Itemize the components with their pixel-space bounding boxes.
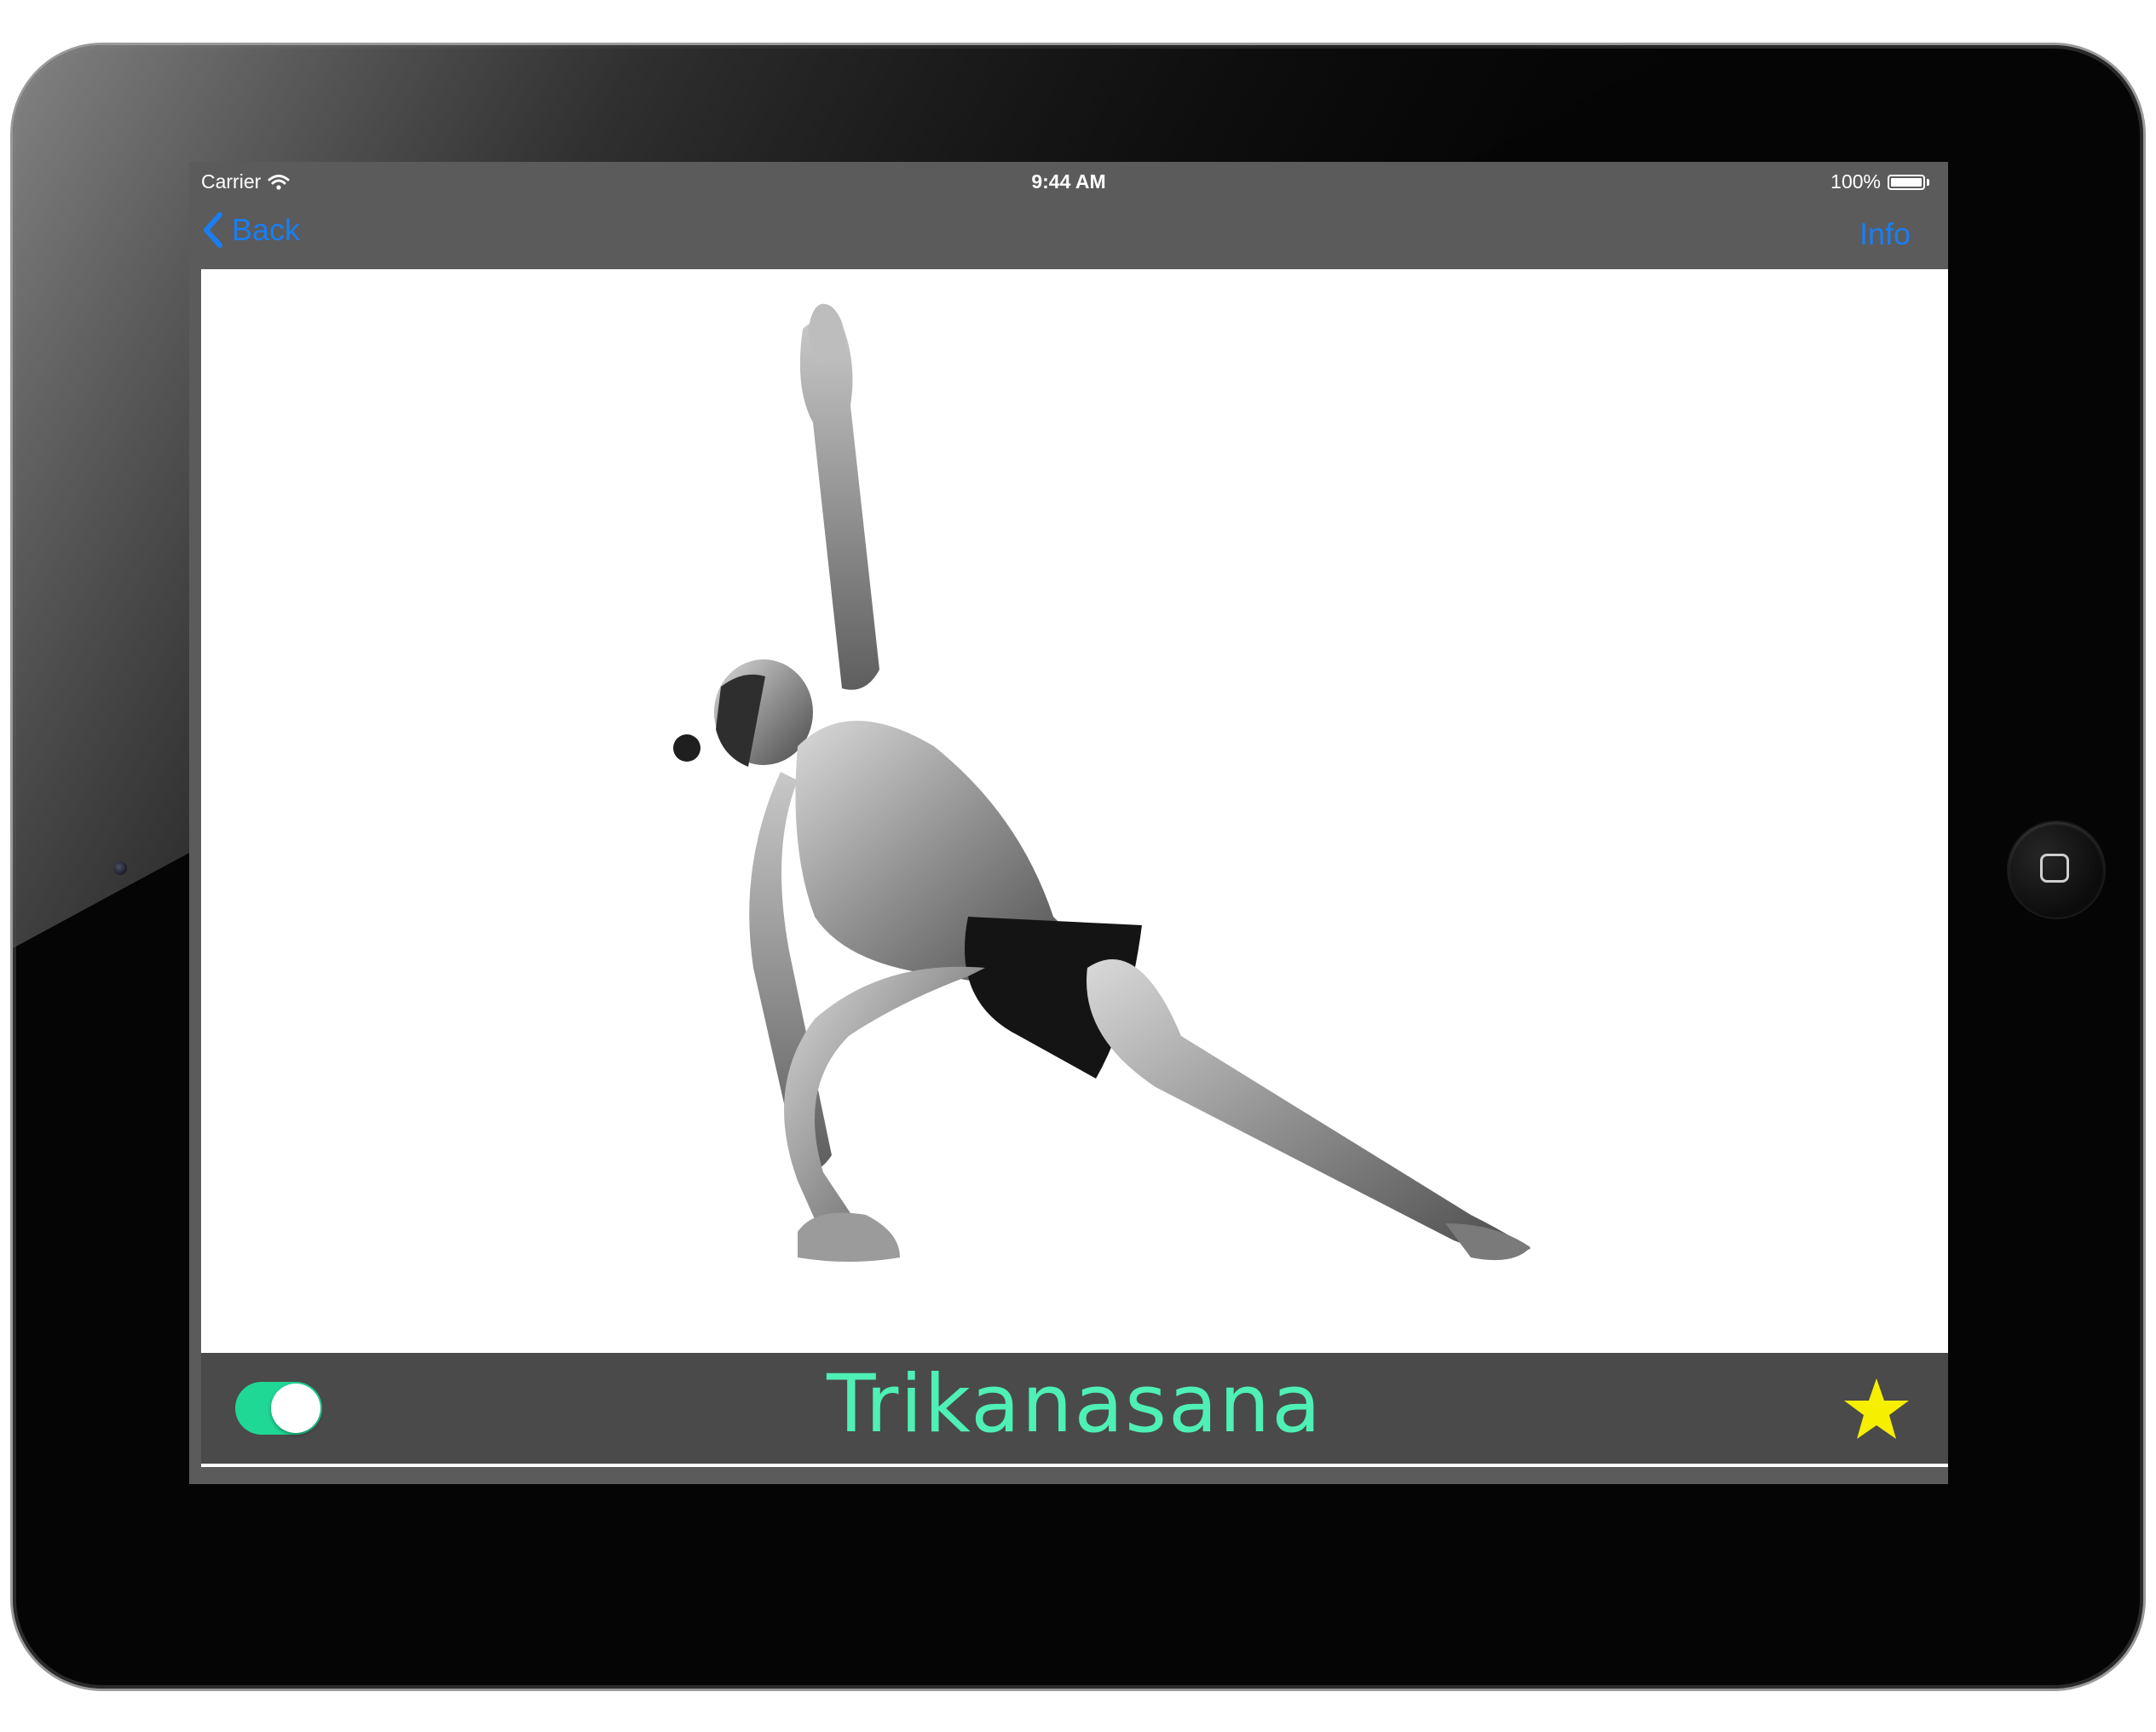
- back-label: Back: [232, 212, 301, 247]
- bottom-divider: [201, 1464, 1948, 1467]
- chevron-left-icon: [204, 212, 222, 248]
- battery-status: 100%: [1830, 170, 1929, 193]
- home-button[interactable]: [2009, 822, 2104, 918]
- back-button[interactable]: Back: [201, 211, 300, 249]
- pose-photo: [201, 269, 1948, 1353]
- status-bar: Carrier 9:44 AM 100%: [189, 162, 1948, 199]
- battery-percent: 100%: [1830, 170, 1881, 193]
- clock: 9:44 AM: [1031, 170, 1106, 193]
- yoga-pose-figure: [673, 303, 1531, 1262]
- star-icon[interactable]: [1842, 1377, 1911, 1441]
- battery-fill: [1891, 177, 1922, 187]
- home-square-icon: [2040, 854, 2069, 883]
- front-camera: [113, 861, 127, 875]
- navigation-bar: Back Info: [189, 199, 1948, 269]
- battery-tip: [1927, 178, 1929, 186]
- favorite-star-shape: [1844, 1378, 1909, 1439]
- app-screen: Carrier 9:44 AM 100% Back Info Trikanasa…: [189, 162, 1948, 1484]
- battery-icon: [1888, 174, 1925, 190]
- info-button[interactable]: Info: [1859, 216, 1911, 252]
- pose-toolbar: Trikanasana: [201, 1353, 1948, 1464]
- pose-name: Trikanasana: [827, 1358, 1323, 1451]
